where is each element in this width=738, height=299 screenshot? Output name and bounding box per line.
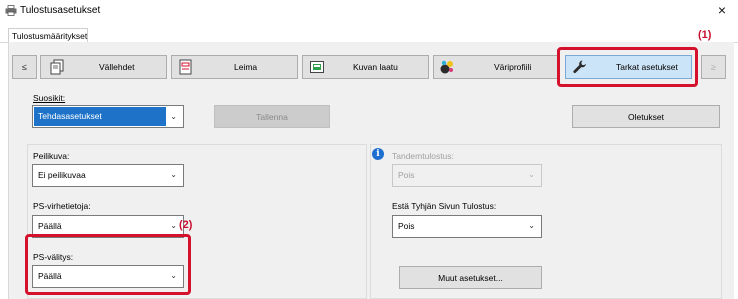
toolbar-button-image-quality[interactable]: Kuvan laatu xyxy=(302,55,429,79)
mirror-label: Peilikuva: xyxy=(33,151,70,161)
callout-2-highlight xyxy=(25,234,191,295)
toolbar-button-label: Väriprofiili xyxy=(494,62,532,72)
pages-icon xyxy=(50,59,64,75)
chevron-down-icon: ⌄ xyxy=(170,170,177,179)
callout-1-highlight xyxy=(557,47,698,87)
stamp-icon xyxy=(179,59,192,75)
defaults-button[interactable]: Oletukset xyxy=(572,105,720,128)
toolbar-button-color-profile[interactable]: Väriprofiili xyxy=(433,55,560,79)
toolbar-button-stamp[interactable]: Leima xyxy=(171,55,298,79)
chevron-down-icon: ⌄ xyxy=(528,170,535,179)
tab-print-settings[interactable]: Tulostusmääritykset xyxy=(8,28,88,43)
color-profile-icon xyxy=(440,60,453,74)
toolbar-button-pages[interactable]: Vällehdet xyxy=(40,55,167,79)
blank-page-label: Estä Tyhjän Sivun Tulostus: xyxy=(392,201,497,211)
toolbar-button-label: Vällehdet xyxy=(99,62,135,72)
ps-errors-value: Päällä xyxy=(38,221,62,231)
tandem-label: Tandemtulostus: xyxy=(392,151,454,161)
printer-icon xyxy=(5,5,17,16)
window-title: Tulostusasetukset xyxy=(20,5,101,16)
other-settings-button[interactable]: Muut asetukset... xyxy=(399,266,542,289)
tandem-value: Pois xyxy=(398,170,415,180)
chevron-down-icon: ⌄ xyxy=(170,221,177,230)
image-quality-icon xyxy=(310,61,324,73)
mirror-value: Ei peilikuvaa xyxy=(38,170,86,180)
info-icon: i xyxy=(372,148,384,160)
close-icon[interactable]: × xyxy=(718,2,726,18)
favorites-selected-value: Tehdasasetukset xyxy=(34,107,166,126)
callout-2-label: (2) xyxy=(179,219,193,231)
favorites-select[interactable]: Tehdasasetukset ⌄ xyxy=(32,105,184,128)
chevron-down-icon: ⌄ xyxy=(528,221,535,230)
ps-errors-label: PS-virhetietoja: xyxy=(33,201,91,211)
title-bar: Tulostusasetukset × xyxy=(0,0,738,22)
toolbar-button-label: Leima xyxy=(234,62,258,72)
blank-page-value: Pois xyxy=(398,221,415,231)
mirror-select[interactable]: Ei peilikuvaa ⌄ xyxy=(32,164,184,187)
save-favorite-button[interactable]: Tallenna xyxy=(214,105,330,128)
callout-1-label: (1) xyxy=(698,29,712,41)
blank-page-select[interactable]: Pois ⌄ xyxy=(392,215,542,238)
favorites-label: Suosikit: xyxy=(33,93,66,103)
toolbar-button-label: Kuvan laatu xyxy=(353,62,398,72)
scroll-right-button[interactable]: ≥ xyxy=(701,55,726,79)
chevron-down-icon: ⌄ xyxy=(170,112,177,121)
tandem-select[interactable]: Pois ⌄ xyxy=(392,164,542,187)
scroll-left-button[interactable]: ≤ xyxy=(12,55,37,79)
